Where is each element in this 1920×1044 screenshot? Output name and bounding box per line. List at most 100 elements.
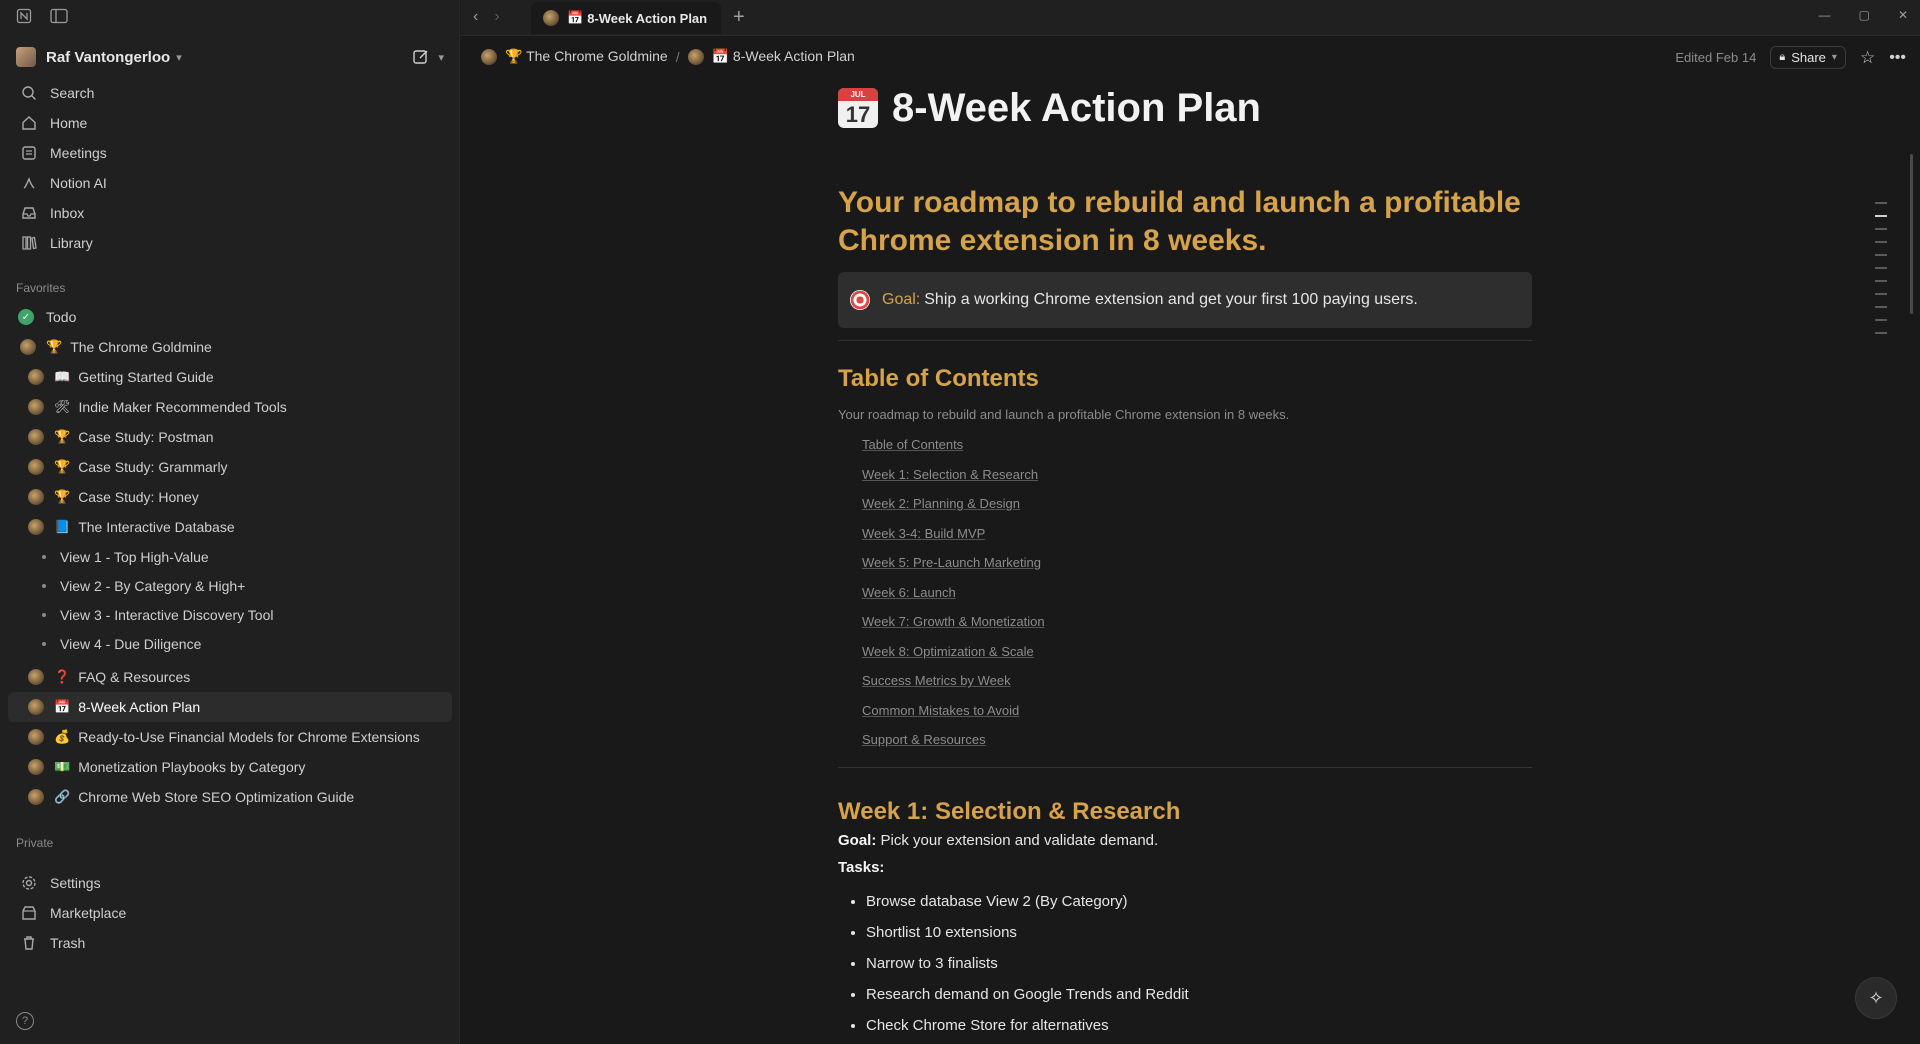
fav-label: The Interactive Database: [78, 519, 235, 535]
hero-heading[interactable]: Your roadmap to rebuild and launch a pro…: [838, 184, 1532, 260]
page-avatar-icon: [28, 519, 44, 535]
nav-inbox[interactable]: Inbox: [8, 198, 452, 228]
breadcrumb-item-8-week-plan[interactable]: 📅 8-Week Action Plan: [712, 48, 855, 65]
more-icon[interactable]: •••: [1889, 49, 1906, 67]
nav-library[interactable]: Library: [8, 228, 452, 258]
fav-item-faq[interactable]: ❓ FAQ & Resources: [8, 662, 452, 692]
list-item[interactable]: Browse database View 2 (By Category): [866, 886, 1532, 917]
toc-link[interactable]: Week 1: Selection & Research: [862, 460, 1532, 490]
fav-item-view-2[interactable]: View 2 - By Category & High+: [8, 571, 452, 601]
nav-trash[interactable]: Trash: [8, 928, 452, 958]
list-item[interactable]: Narrow to 3 finalists: [866, 948, 1532, 979]
private-heading[interactable]: Private: [16, 836, 53, 850]
fav-item-view-3[interactable]: View 3 - Interactive Discovery Tool: [8, 600, 452, 630]
list-item[interactable]: Research demand on Google Trends and Red…: [866, 979, 1532, 1010]
page-title[interactable]: JUL 17 8-Week Action Plan: [838, 80, 1532, 136]
divider: [838, 340, 1532, 341]
nav-label: Home: [50, 115, 88, 131]
restore-icon[interactable]: ▢: [1859, 8, 1870, 22]
fav-label: View 1 - Top High-Value: [60, 549, 209, 565]
close-icon[interactable]: ✕: [1898, 8, 1908, 22]
fav-item-view-1[interactable]: View 1 - Top High-Value: [8, 542, 452, 572]
toc-link[interactable]: Success Metrics by Week: [862, 666, 1532, 696]
notion-logo-icon[interactable]: [16, 8, 32, 24]
page-avatar-icon: [28, 399, 44, 415]
calendar-icon: 📅: [711, 48, 730, 64]
fav-item-case-grammarly[interactable]: 🏆 Case Study: Grammarly: [8, 452, 452, 482]
notion-ai-button[interactable]: ✧: [1855, 977, 1897, 1019]
meetings-icon: [18, 145, 40, 161]
list-item[interactable]: Shortlist 10 extensions: [866, 917, 1532, 948]
gear-icon: [18, 875, 40, 891]
fav-item-case-postman[interactable]: 🏆 Case Study: Postman: [8, 422, 452, 452]
week1-heading[interactable]: Week 1: Selection & Research: [838, 798, 1532, 826]
toc-link[interactable]: Week 2: Planning & Design: [862, 489, 1532, 519]
toc-link[interactable]: Week 7: Growth & Monetization: [862, 607, 1532, 637]
back-arrow-icon[interactable]: ‹: [473, 8, 478, 26]
help-icon[interactable]: ?: [16, 1012, 34, 1030]
toc-link[interactable]: Support & Resources: [862, 725, 1532, 755]
toc-link[interactable]: Week 3-4: Build MVP: [862, 519, 1532, 549]
fav-item-seo-guide[interactable]: 🔗 Chrome Web Store SEO Optimization Guid…: [8, 782, 452, 812]
trophy-icon: 🏆: [505, 48, 523, 64]
star-icon[interactable]: ☆: [1860, 48, 1875, 68]
fav-label: View 2 - By Category & High+: [60, 578, 246, 594]
trash-icon: [18, 935, 40, 951]
week1-goal[interactable]: Goal: Pick your extension and validate d…: [838, 832, 1532, 849]
fav-item-todo[interactable]: ✓ Todo: [8, 302, 452, 332]
toc-link[interactable]: Table of Contents: [862, 430, 1532, 460]
library-icon: [18, 235, 40, 251]
fav-item-case-honey[interactable]: 🏆 Case Study: Honey: [8, 482, 452, 512]
fav-item-8-week-plan[interactable]: 📅 8-Week Action Plan: [8, 692, 452, 722]
breadcrumb-item-goldmine[interactable]: 🏆 The Chrome Goldmine: [505, 48, 668, 65]
scrollbar[interactable]: [1910, 154, 1913, 314]
trophy-icon: 🏆: [54, 459, 71, 474]
sidebar-toggle-icon[interactable]: [50, 8, 68, 24]
goal-callout[interactable]: Goal: Ship a working Chrome extension an…: [838, 272, 1532, 328]
toc-link[interactable]: Week 6: Launch: [862, 578, 1532, 608]
toc-heading[interactable]: Table of Contents: [838, 365, 1532, 393]
forward-arrow-icon[interactable]: ›: [494, 8, 499, 26]
nav-home[interactable]: Home: [8, 108, 452, 138]
fav-item-view-4[interactable]: View 4 - Due Diligence: [8, 629, 452, 659]
chevron-down-icon: ▾: [176, 51, 182, 64]
outline-mark: [1875, 332, 1887, 334]
nav-meetings[interactable]: Meetings: [8, 138, 452, 168]
fav-item-indie-maker-tools[interactable]: 🛠 Indie Maker Recommended Tools: [8, 392, 452, 422]
minimize-icon[interactable]: —: [1819, 8, 1831, 22]
calendar-month: JUL: [838, 88, 878, 101]
outline-mark: [1875, 215, 1887, 217]
page-avatar-icon: [481, 48, 497, 65]
share-button[interactable]: 🔒︎ Share ▾: [1770, 46, 1846, 69]
fav-label: View 3 - Interactive Discovery Tool: [60, 607, 274, 623]
nav-settings[interactable]: Settings: [8, 868, 452, 898]
callout-text: Ship a working Chrome extension and get …: [924, 291, 1418, 308]
page-content: JUL 17 8-Week Action Plan Your roadmap t…: [838, 80, 1532, 1041]
page-avatar-icon: [28, 669, 44, 685]
fav-item-getting-started[interactable]: 📖 Getting Started Guide: [8, 362, 452, 392]
fav-item-financial-models[interactable]: 💰 Ready-to-Use Financial Models for Chro…: [8, 722, 452, 752]
goal-label: Goal:: [838, 831, 877, 849]
toc-link[interactable]: Week 8: Optimization & Scale: [862, 637, 1532, 667]
tab-8-week-plan[interactable]: 📅 8-Week Action Plan: [531, 2, 721, 34]
page-avatar-icon: [28, 699, 44, 715]
nav-notion-ai[interactable]: Notion AI: [8, 168, 452, 198]
fav-item-interactive-database[interactable]: 📘 The Interactive Database: [8, 512, 452, 542]
workspace-switcher[interactable]: Raf Vantongerloo ▾ ▾: [8, 40, 452, 74]
nav-marketplace[interactable]: Marketplace: [8, 898, 452, 928]
nav-search[interactable]: Search: [8, 78, 452, 108]
new-page-icon[interactable]: [412, 48, 430, 66]
new-tab-button[interactable]: +: [733, 6, 745, 29]
page-outline[interactable]: [1875, 202, 1887, 334]
tools-icon: 🛠: [54, 399, 71, 414]
calendar-icon: 📅: [567, 10, 584, 25]
avatar: [16, 47, 36, 67]
chevron-down-icon[interactable]: ▾: [438, 51, 444, 64]
fav-item-chrome-goldmine[interactable]: 🏆 The Chrome Goldmine: [8, 332, 452, 362]
tasks-label[interactable]: Tasks:: [838, 859, 1532, 876]
toc-link[interactable]: Week 5: Pre-Launch Marketing: [862, 548, 1532, 578]
favorites-heading[interactable]: Favorites: [16, 281, 65, 295]
list-item[interactable]: Check Chrome Store for alternatives: [866, 1010, 1532, 1041]
toc-link[interactable]: Common Mistakes to Avoid: [862, 696, 1532, 726]
fav-item-monetization-playbooks[interactable]: 💵 Monetization Playbooks by Category: [8, 752, 452, 782]
